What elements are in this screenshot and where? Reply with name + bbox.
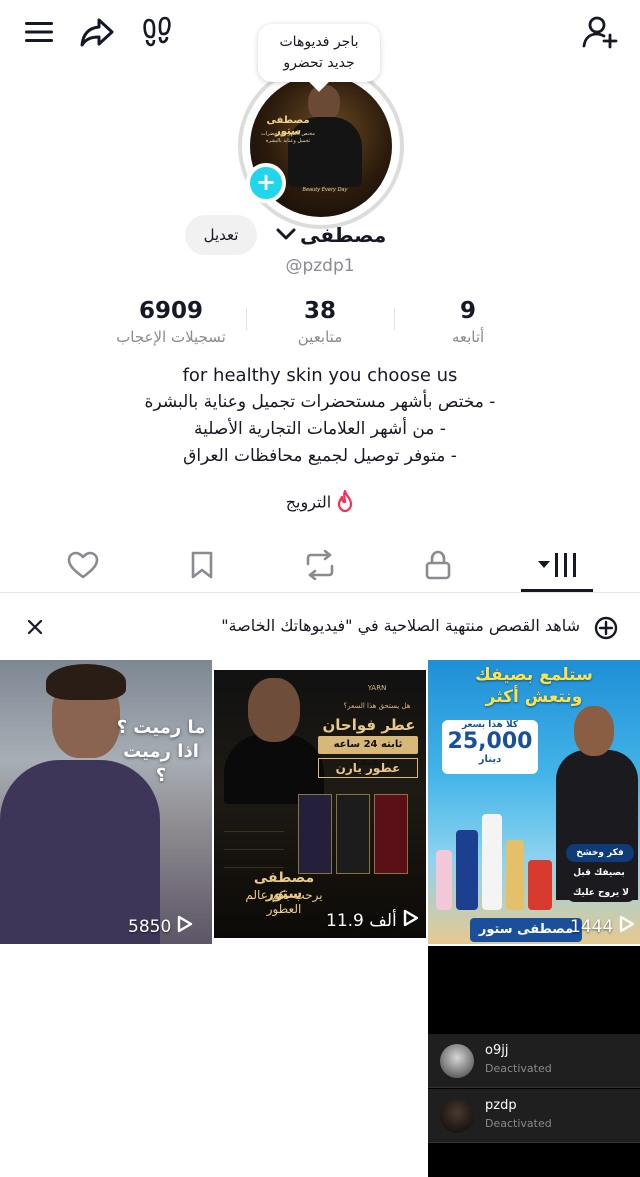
thumbnail-tag: بصيفك قبل — [566, 864, 632, 882]
play-icon — [403, 909, 419, 932]
video-thumbnail[interactable]: ما رميت ؟ اذا رميت ؟ 5850 — [0, 660, 212, 944]
product-bottle — [456, 830, 478, 910]
view-count-value: 1444 — [570, 916, 614, 937]
thumbnail-hair — [46, 664, 126, 700]
profile-handle: @pzdp1 — [0, 256, 640, 276]
bio: for healthy skin you choose us - مختص بأ… — [0, 362, 640, 470]
avatar — [440, 1044, 474, 1078]
story-bubble-line1: باجر فديوهات — [279, 34, 359, 50]
thumbnail-subheadline: ثابته 24 ساعه حقيقي — [318, 736, 418, 768]
video-thumbnail[interactable]: ستلمع بصيفك ونتعش أكثر كلا هذا بسعر 25,0… — [428, 660, 640, 944]
add-story-icon — [594, 616, 618, 644]
feature-row — [224, 836, 284, 850]
videos-tab[interactable] — [518, 540, 598, 590]
bio-line: - مختص بأشهر مستحضرات تجميل وعناية بالبش… — [144, 392, 496, 412]
private-tab[interactable] — [398, 540, 478, 590]
perfume-bottle — [336, 794, 370, 874]
feature-row — [224, 818, 284, 832]
footprints-icon[interactable] — [139, 14, 175, 50]
likes-label: تسجيلات الإعجاب — [116, 328, 226, 346]
close-icon[interactable] — [26, 618, 44, 640]
story-bubble[interactable]: باجر فديوهات جديد تحضرو — [258, 24, 380, 82]
price-currency: دينار — [478, 754, 502, 765]
likes-stat[interactable]: 6909 تسجيلات الإعجاب — [108, 296, 234, 348]
edit-profile-button[interactable]: تعديل — [185, 215, 257, 255]
story-bubble-line2: جديد تحضرو — [283, 55, 355, 71]
product-bottle — [528, 860, 552, 910]
account-switcher[interactable]: مصطفى — [276, 219, 386, 251]
account-status: Deactivated — [485, 1117, 552, 1130]
product-bottle — [506, 840, 524, 910]
thumbnail-tag: فكر وخشخ — [566, 844, 634, 862]
thumbnail-headline-2: ونتعش أكثر — [485, 687, 583, 707]
profile-name: مصطفى — [300, 223, 387, 247]
thumbnail-caption: ما رميت ؟ اذا رميت ؟ — [116, 717, 206, 786]
add-story-button[interactable]: + — [246, 163, 286, 203]
play-icon — [177, 915, 193, 938]
thumbnail-headline-1: ستلمع بصيفك — [475, 665, 593, 685]
avatar — [440, 1099, 474, 1133]
following-stat[interactable]: 9 أتابعه — [430, 296, 506, 348]
thumbnail-face — [574, 706, 614, 756]
product-bottle — [436, 850, 452, 910]
likes-value: 6909 — [138, 298, 203, 324]
stat-divider — [246, 308, 247, 330]
content-tabs — [0, 540, 640, 592]
menu-icon[interactable] — [21, 14, 57, 50]
following-value: 9 — [459, 298, 476, 324]
view-count-value: 5850 — [128, 916, 172, 937]
view-count-value: 11.9 ألف — [326, 910, 397, 931]
price-box: كلا هذا بسعر 25,000 دينار — [442, 720, 538, 774]
flame-icon — [336, 489, 354, 516]
notice-text: شاهد القصص منتهية الصلاحية في "فيديوهاتك… — [221, 616, 580, 635]
thumbnail-tagline: يرحب بكم عالم العطور — [245, 888, 323, 916]
thumbnail-store: مصطفى ستور — [470, 918, 582, 942]
perfume-bottle — [298, 794, 332, 874]
promote-label: الترويج — [285, 492, 332, 512]
tabs-divider — [0, 592, 640, 593]
thumbnail-headline: عطر فواحان — [322, 716, 416, 734]
thumbnail-headline: ستلمع بصيفك ونتعش أكثر — [428, 664, 640, 708]
expired-stories-notice[interactable]: شاهد القصص منتهية الصلاحية في "فيديوهاتك… — [0, 606, 640, 650]
promote-button[interactable]: الترويج — [0, 489, 640, 516]
thumbnail-tag: لا يروح عليك — [566, 884, 636, 902]
handle-text: @pzdp1 — [285, 256, 355, 276]
avatar-subtitle: مختص بأشهر مستحضرات تجميل وعناية بالبشرة — [261, 131, 315, 144]
feature-row — [224, 854, 284, 868]
stat-divider — [394, 308, 395, 330]
followers-stat[interactable]: 38 متابعين — [270, 296, 370, 348]
thumbnail-question: هل يستحق هذا السعر؟ — [343, 702, 411, 710]
price-value: 25,000 — [447, 729, 533, 754]
avatar-footer: Beauty Every Day — [302, 187, 348, 193]
view-count: 1444 — [570, 915, 635, 938]
view-count: 5850 — [128, 915, 193, 938]
thumbnail-product: عطور يارن — [318, 758, 418, 778]
view-count: 11.9 ألف — [326, 909, 419, 932]
bio-line: - من أشهر العلامات التجارية الأصلية — [194, 419, 446, 439]
account-status: Deactivated — [485, 1062, 552, 1075]
chevron-down-icon — [276, 226, 296, 245]
add-user-icon[interactable] — [582, 14, 618, 50]
thumbnail-face — [248, 678, 300, 742]
account-item[interactable]: pzdp Deactivated — [428, 1089, 640, 1143]
product-bottle — [482, 814, 502, 910]
video-thumbnail[interactable]: YARN هل يستحق هذا السعر؟ عطر فواحان ثابت… — [214, 670, 426, 938]
account-item[interactable]: o9jj Deactivated — [428, 1034, 640, 1088]
account-name: pzdp — [485, 1098, 517, 1113]
liked-tab[interactable] — [43, 540, 123, 590]
thumbnail-brand: YARN — [367, 684, 387, 692]
bio-line: - متوفر توصيل لجميع محافظات العراق — [183, 446, 457, 466]
following-label: أتابعه — [451, 328, 485, 346]
reposts-tab[interactable] — [280, 540, 360, 590]
bio-line: for healthy skin you choose us — [182, 365, 458, 386]
saved-tab[interactable] — [162, 540, 242, 590]
share-icon[interactable] — [79, 14, 115, 50]
perfume-bottle — [374, 794, 408, 874]
followers-label: متابعين — [297, 328, 343, 346]
followers-value: 38 — [303, 298, 336, 324]
account-name: o9jj — [485, 1043, 509, 1058]
play-icon — [619, 915, 635, 938]
